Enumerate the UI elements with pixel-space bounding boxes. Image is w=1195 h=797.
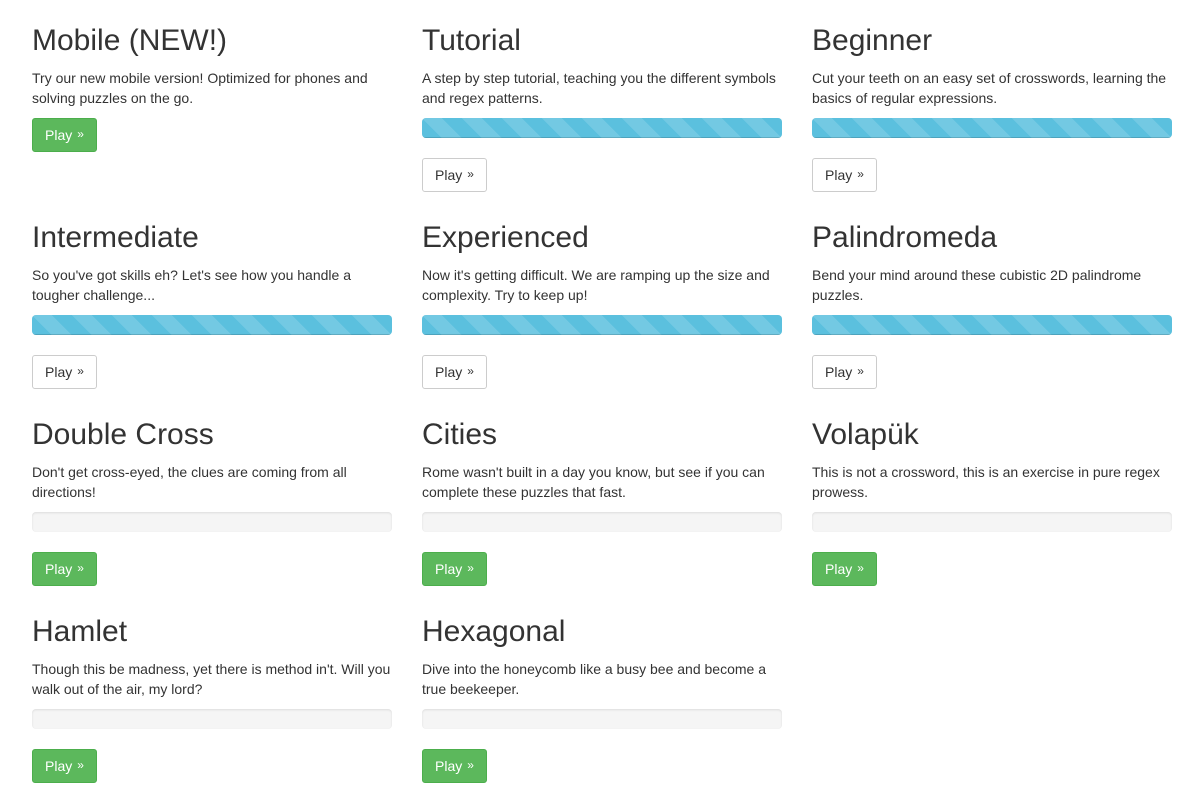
play-button-cities[interactable]: Play » xyxy=(422,552,487,586)
puzzle-description: Cut your teeth on an easy set of crosswo… xyxy=(812,70,1167,106)
progress-fill xyxy=(812,315,1172,335)
play-button-volapuk[interactable]: Play » xyxy=(812,552,877,586)
double-chevron-right-icon: » xyxy=(77,758,84,772)
play-button-palindromeda[interactable]: Play » xyxy=(812,355,877,389)
puzzle-description: Now it's getting difficult. We are rampi… xyxy=(422,267,770,303)
play-button-tutorial[interactable]: Play » xyxy=(422,158,487,192)
play-button-label: Play xyxy=(45,561,73,577)
double-chevron-right-icon: » xyxy=(467,364,474,378)
puzzle-description: So you've got skills eh? Let's see how y… xyxy=(32,267,351,303)
double-chevron-right-icon: » xyxy=(77,561,84,575)
puzzle-card-tutorial: Tutorial A step by step tutorial, teachin… xyxy=(422,24,782,192)
play-button-beginner[interactable]: Play » xyxy=(812,158,877,192)
puzzle-title: Tutorial xyxy=(422,24,521,57)
play-button-label: Play xyxy=(825,561,853,577)
puzzle-card-volapuk: Volapük This is not a crossword, this is … xyxy=(812,418,1172,586)
double-chevron-right-icon: » xyxy=(467,167,474,181)
play-button-label: Play xyxy=(825,364,853,380)
puzzle-card-hexagonal: Hexagonal Dive into the honeycomb like a … xyxy=(422,615,782,783)
play-button-label: Play xyxy=(435,758,463,774)
puzzle-title: Intermediate xyxy=(32,221,199,254)
play-button-mobile-new[interactable]: Play » xyxy=(32,118,97,152)
play-button-double-cross[interactable]: Play » xyxy=(32,552,97,586)
puzzle-card-intermediate: Intermediate So you've got skills eh? Let… xyxy=(32,221,392,389)
puzzle-description: Try our new mobile version! Optimized fo… xyxy=(32,70,368,106)
puzzle-description: Rome wasn't built in a day you know, but… xyxy=(422,464,765,500)
play-button-label: Play xyxy=(45,127,73,143)
puzzle-title: Palindromeda xyxy=(812,221,998,254)
puzzle-title: Cities xyxy=(422,418,498,451)
puzzle-description: A step by step tutorial, teaching you th… xyxy=(422,70,776,106)
play-button-label: Play xyxy=(45,758,73,774)
progress-fill xyxy=(812,118,1172,138)
progress-bar xyxy=(422,512,782,532)
double-chevron-right-icon: » xyxy=(467,561,474,575)
progress-bar xyxy=(32,512,392,532)
puzzle-grid: Mobile (NEW!) Try our new mobile version!… xyxy=(0,0,1195,797)
play-button-label: Play xyxy=(435,167,463,183)
puzzle-description: Dive into the honeycomb like a busy bee … xyxy=(422,661,766,697)
progress-bar xyxy=(812,118,1172,138)
play-button-label: Play xyxy=(825,167,853,183)
puzzle-title: Volapük xyxy=(812,418,919,451)
play-button-hamlet[interactable]: Play » xyxy=(32,749,97,783)
puzzle-card-hamlet: Hamlet Though this be madness, yet there … xyxy=(32,615,392,783)
play-button-label: Play xyxy=(45,364,73,380)
play-button-label: Play xyxy=(435,561,463,577)
puzzle-card-double-cross: Double Cross Don't get cross-eyed, the cl… xyxy=(32,418,392,586)
double-chevron-right-icon: » xyxy=(857,561,864,575)
progress-bar xyxy=(422,315,782,335)
double-chevron-right-icon: » xyxy=(77,364,84,378)
puzzle-description: Though this be madness, yet there is met… xyxy=(32,661,391,697)
puzzle-title: Experienced xyxy=(422,221,589,254)
progress-fill xyxy=(422,118,782,138)
play-button-experienced[interactable]: Play » xyxy=(422,355,487,389)
double-chevron-right-icon: » xyxy=(857,364,864,378)
puzzle-card-cities: Cities Rome wasn't built in a day you kno… xyxy=(422,418,782,586)
progress-bar xyxy=(32,315,392,335)
puzzle-card-beginner: Beginner Cut your teeth on an easy set of… xyxy=(812,24,1172,192)
double-chevron-right-icon: » xyxy=(77,127,84,141)
puzzle-description: This is not a crossword, this is an exer… xyxy=(812,464,1160,500)
double-chevron-right-icon: » xyxy=(467,758,474,772)
double-chevron-right-icon: » xyxy=(857,167,864,181)
puzzle-description: Bend your mind around these cubistic 2D … xyxy=(812,267,1142,303)
puzzle-card-mobile-new: Mobile (NEW!) Try our new mobile version!… xyxy=(32,24,392,152)
play-button-hexagonal[interactable]: Play » xyxy=(422,749,487,783)
progress-fill xyxy=(32,315,392,335)
progress-bar xyxy=(422,118,782,138)
play-button-intermediate[interactable]: Play » xyxy=(32,355,97,389)
puzzle-title: Hamlet xyxy=(32,615,128,648)
progress-bar xyxy=(812,315,1172,335)
puzzle-title: Beginner xyxy=(812,24,933,57)
progress-fill xyxy=(422,315,782,335)
puzzle-description: Don't get cross-eyed, the clues are comi… xyxy=(32,464,347,500)
progress-bar xyxy=(812,512,1172,532)
play-button-label: Play xyxy=(435,364,463,380)
progress-bar xyxy=(32,709,392,729)
puzzle-title: Hexagonal xyxy=(422,615,566,648)
puzzle-card-experienced: Experienced Now it's getting difficult. W… xyxy=(422,221,782,389)
puzzle-card-palindromeda: Palindromeda Bend your mind around these … xyxy=(812,221,1172,389)
progress-bar xyxy=(422,709,782,729)
puzzle-title: Double Cross xyxy=(32,418,214,451)
puzzle-title: Mobile (NEW!) xyxy=(32,24,228,57)
